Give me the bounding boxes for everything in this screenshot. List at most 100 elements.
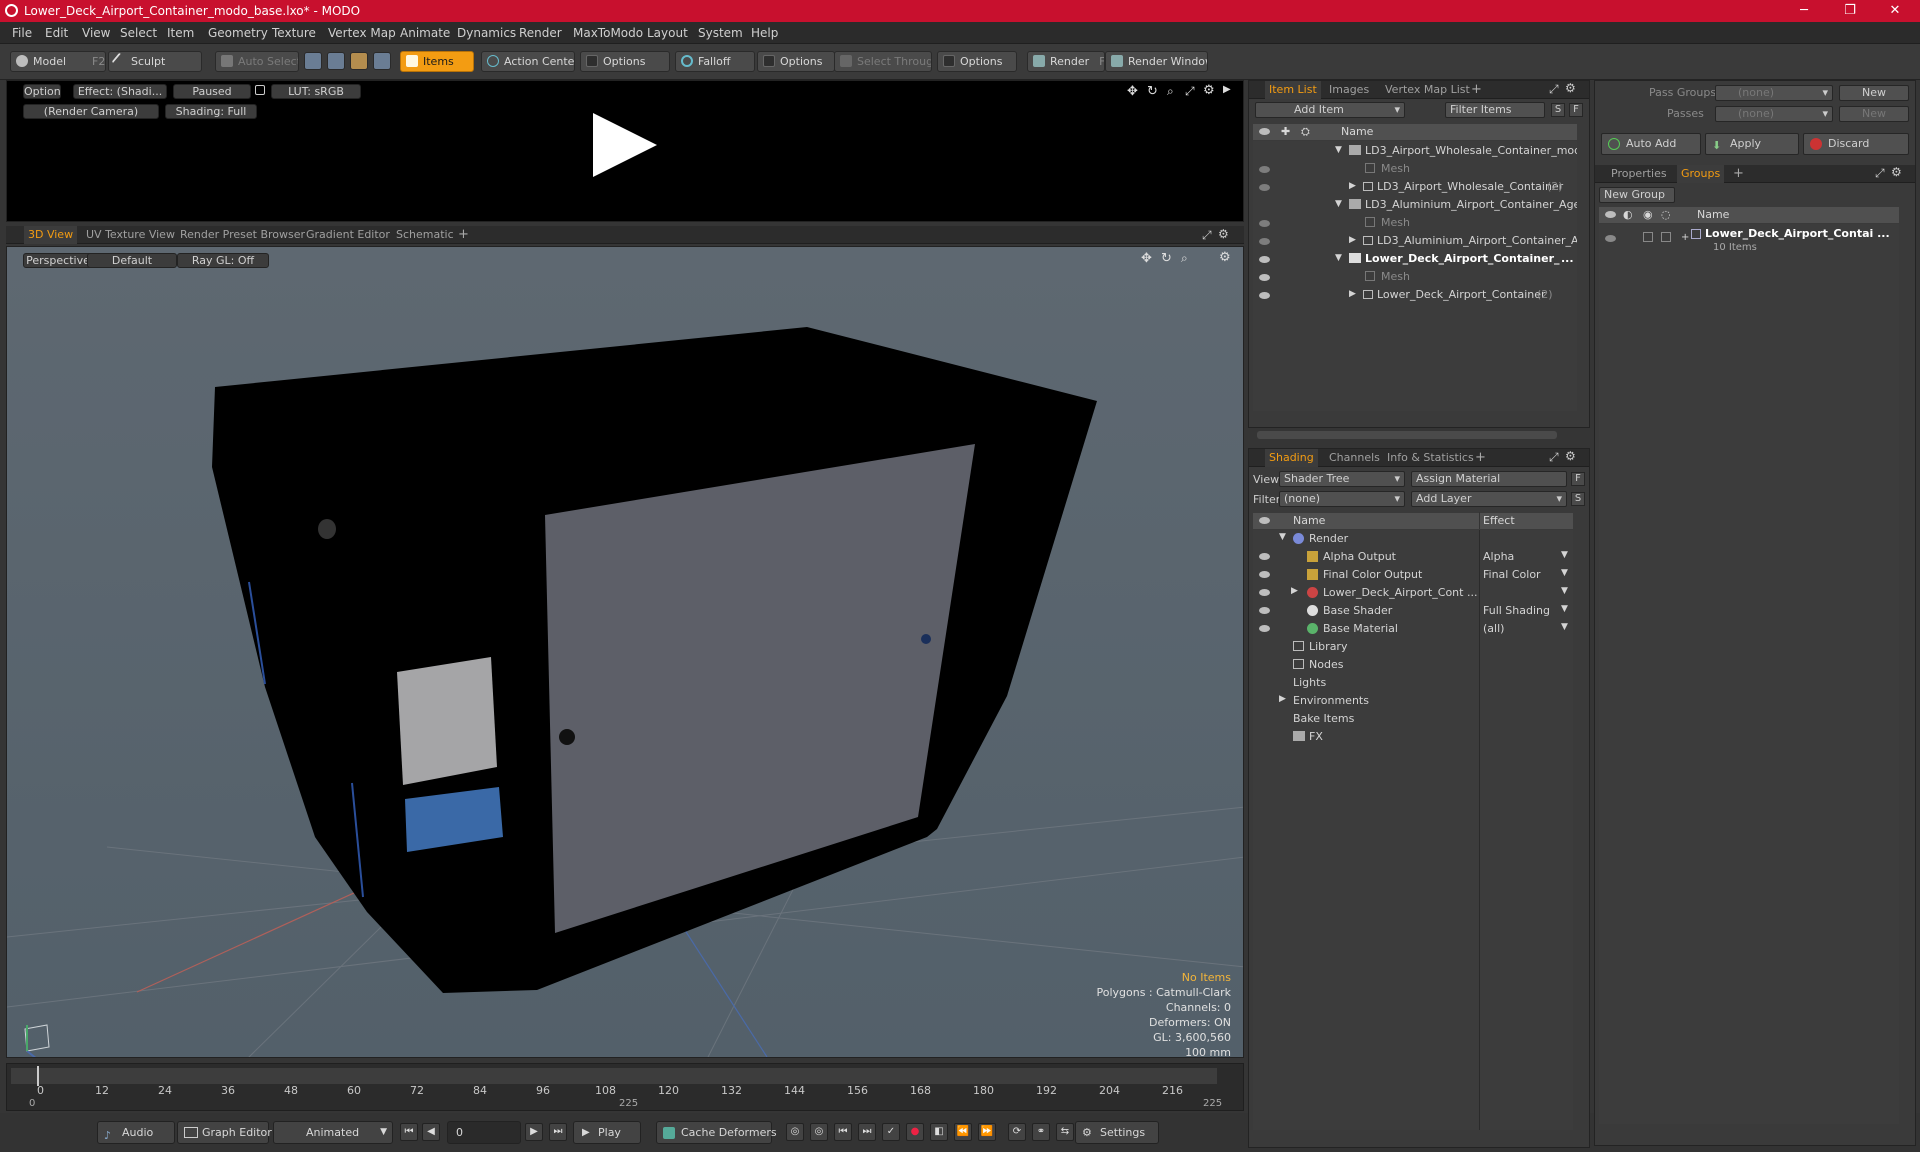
menu-texture[interactable]: Texture <box>272 26 316 40</box>
expand-arrow-icon[interactable]: ▶ <box>1279 694 1286 704</box>
group-row[interactable]: + Lower_Deck_Airport_Contai ... 10 Items <box>1599 226 1899 260</box>
menu-edit[interactable]: Edit <box>45 26 68 40</box>
tab-schematic[interactable]: Schematic <box>392 226 458 244</box>
shader-row-material-group[interactable]: ▶ Lower_Deck_Airport_Cont ... ▼ <box>1253 584 1573 602</box>
shader-row-library[interactable]: Library <box>1253 638 1573 656</box>
tab-vertex-map-list[interactable]: Vertex Map List <box>1381 81 1474 99</box>
add-layer-dropdown[interactable]: Add Layer ▾ <box>1411 491 1567 507</box>
maximize-button[interactable]: ❐ <box>1830 0 1870 22</box>
render-column-icon[interactable]: ⛭ <box>1301 124 1310 140</box>
gear-icon[interactable]: ⚙ <box>1203 83 1215 98</box>
tree-row-scene[interactable]: ▼ LD3_Aluminium_Airport_Container_Aged..… <box>1253 197 1577 215</box>
timeline-track[interactable] <box>11 1068 1217 1084</box>
play-button[interactable]: ▶ Play <box>573 1121 641 1144</box>
discard-button[interactable]: Discard <box>1803 133 1909 155</box>
key-all-icon[interactable]: ◎ <box>810 1123 828 1141</box>
tree-row-group[interactable]: ▶ LD3_Aluminium_Airport_Container_Ag... <box>1253 233 1577 251</box>
timeline[interactable]: 0 12 24 36 48 60 72 84 96 108 120 132 14… <box>6 1063 1244 1111</box>
menu-geometry[interactable]: Geometry <box>208 26 268 40</box>
select-through-button[interactable]: Select Through <box>834 51 932 72</box>
expand-arrow-icon[interactable]: ▶ <box>1349 289 1356 299</box>
maximize-panel-icon[interactable]: ⤢ <box>1549 82 1559 97</box>
lock-column-icon[interactable]: ◉ <box>1643 207 1653 223</box>
chevron-down-icon[interactable]: ▼ <box>1561 622 1568 632</box>
render-column-icon[interactable]: ◐ <box>1623 207 1633 223</box>
menu-animate[interactable]: Animate <box>400 26 450 40</box>
tab-render-preset-browser[interactable]: Render Preset Browser <box>176 226 309 244</box>
filter-items-input[interactable]: Filter Items <box>1445 102 1545 118</box>
gear-icon[interactable]: ⚙ <box>1565 81 1576 95</box>
visibility-eye-icon[interactable] <box>1259 220 1270 227</box>
shader-row-base-shader[interactable]: Base Shader Full Shading ▼ <box>1253 602 1573 620</box>
new-pass-group-button[interactable]: New <box>1839 85 1909 101</box>
render-camera-dropdown[interactable]: (Render Camera) <box>23 104 159 119</box>
timeline-playhead[interactable] <box>37 1066 39 1086</box>
tree-row-group[interactable]: ▶ LD3_Airport_Wholesale_Container (2) <box>1253 179 1577 197</box>
select-through-options-button[interactable]: Options <box>937 51 1017 72</box>
lut-dropdown[interactable]: LUT: sRGB <box>271 84 361 99</box>
menu-item[interactable]: Item <box>167 26 194 40</box>
audio-button[interactable]: ♪ Audio <box>97 1121 175 1144</box>
tree-row-group[interactable]: ▶ Lower_Deck_Airport_Container (2) <box>1253 287 1577 305</box>
maximize-panel-icon[interactable]: ⤢ <box>1202 228 1212 243</box>
model-mode-button[interactable]: Model F2 <box>10 51 106 72</box>
assign-material-button[interactable]: Assign Material <box>1411 471 1567 487</box>
tree-row-scene-active[interactable]: ▼ Lower_Deck_Airport_Container_ ... <box>1253 251 1577 269</box>
visibility-eye-icon[interactable] <box>1259 256 1270 263</box>
menu-maxtomodo[interactable]: MaxToModo <box>573 26 643 40</box>
next-key-icon[interactable]: ▶ <box>525 1123 543 1141</box>
passes-dropdown[interactable]: (none) ▾ <box>1715 106 1833 122</box>
zoom-view-icon[interactable]: ⌕ <box>1181 251 1188 266</box>
auto-key-icon[interactable]: ✓ <box>882 1123 900 1141</box>
menu-render[interactable]: Render <box>519 26 562 40</box>
loop-icon[interactable]: ⟳ <box>1008 1123 1026 1141</box>
tree-row-mesh[interactable]: Mesh <box>1253 215 1577 233</box>
view-dropdown[interactable]: Shader Tree ▾ <box>1279 471 1405 487</box>
gear-icon[interactable]: ⚙ <box>1218 227 1229 241</box>
rotate-view-icon[interactable]: ↻ <box>1161 251 1172 266</box>
move-view-icon[interactable]: ✥ <box>1127 84 1138 99</box>
zoom-view-icon[interactable]: ⌕ <box>1167 84 1174 99</box>
filter-dropdown[interactable]: (none) ▾ <box>1279 491 1405 507</box>
auto-select-button[interactable]: Auto Select <box>215 51 299 72</box>
sync-icon[interactable]: ⇆ <box>1056 1123 1074 1141</box>
new-group-button[interactable]: New Group <box>1599 187 1675 203</box>
expand-arrow-icon[interactable]: ▶ <box>1223 84 1231 95</box>
filter-s-button[interactable]: S <box>1551 103 1565 117</box>
expand-arrow-icon[interactable]: ▶ <box>1349 181 1356 191</box>
shader-row-fx[interactable]: FX <box>1253 728 1573 746</box>
maximize-view-icon[interactable]: ⤢ <box>1185 84 1195 99</box>
action-center-button[interactable]: Action Center <box>481 51 575 72</box>
visibility-eye-icon[interactable] <box>1259 589 1270 596</box>
shader-row-effect[interactable]: Alpha <box>1483 550 1514 563</box>
horizontal-scrollbar[interactable] <box>1257 431 1557 439</box>
menu-help[interactable]: Help <box>751 26 778 40</box>
maximize-panel-icon[interactable]: ⤢ <box>1549 450 1559 465</box>
visibility-eye-icon[interactable] <box>1259 607 1270 614</box>
raygl-dropdown[interactable]: Ray GL: Off <box>177 253 269 268</box>
tab-info-statistics[interactable]: Info & Statistics <box>1383 449 1478 467</box>
shading-dropdown[interactable]: Shading: Full <box>165 104 257 119</box>
shader-row-effect[interactable]: Final Color <box>1483 568 1541 581</box>
menu-layout[interactable]: Layout <box>647 26 688 40</box>
gear-icon[interactable]: ⚙ <box>1891 165 1902 179</box>
menu-system[interactable]: System <box>698 26 743 40</box>
visibility-eye-icon[interactable] <box>1605 211 1616 218</box>
collapse-arrow-icon[interactable]: ▼ <box>1335 253 1342 263</box>
menu-select[interactable]: Select <box>120 26 157 40</box>
minimize-button[interactable]: ─ <box>1784 0 1824 22</box>
key-icon[interactable]: ◎ <box>786 1123 804 1141</box>
lock-column-icon[interactable]: ✚ <box>1281 124 1290 140</box>
tree-row-mesh[interactable]: Mesh <box>1253 161 1577 179</box>
next-key-icon[interactable]: ⏭ <box>858 1123 876 1141</box>
step-back-icon[interactable]: ⏪ <box>954 1123 972 1141</box>
menu-vertex-map[interactable]: Vertex Map <box>328 26 396 40</box>
items-mode-button[interactable]: Items <box>400 51 474 72</box>
cache-deformers-button[interactable]: Cache Deformers <box>656 1121 777 1144</box>
vertices-mode-icon[interactable] <box>304 52 322 70</box>
shader-row-final-color-output[interactable]: Final Color Output Final Color ▼ <box>1253 566 1573 584</box>
visibility-eye-icon[interactable] <box>1259 292 1270 299</box>
tab-channels[interactable]: Channels <box>1325 449 1384 467</box>
play-render-icon[interactable] <box>593 113 657 177</box>
shader-row-effect[interactable]: (all) <box>1483 622 1504 635</box>
